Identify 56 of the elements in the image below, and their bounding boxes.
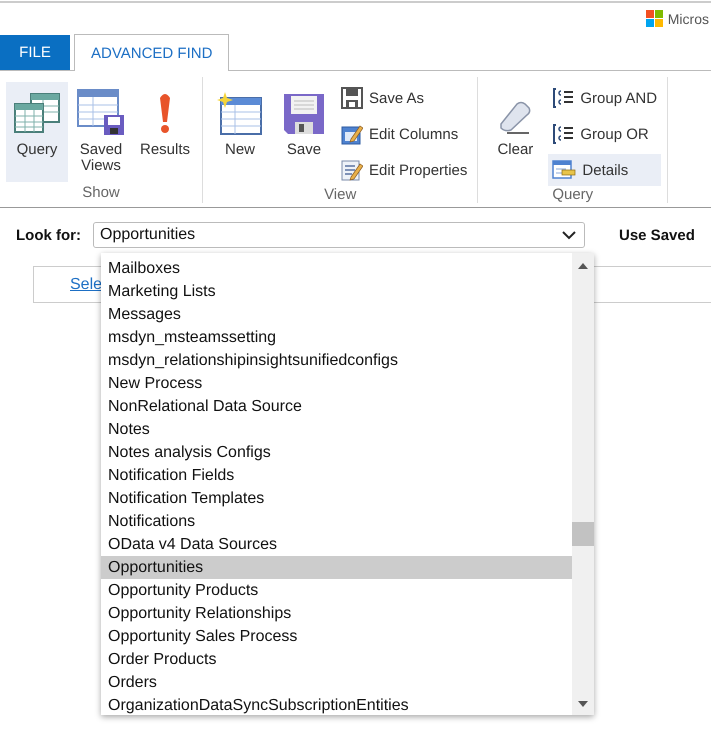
ribbon-button[interactable]: New (209, 82, 271, 182)
group-label: Query (551, 186, 594, 205)
scroll-down-icon[interactable] (578, 701, 588, 707)
select-link[interactable]: Sele (70, 276, 102, 294)
dropdown-option[interactable]: Notes (101, 418, 572, 441)
dropdown-option[interactable]: OrganizationDataSyncSubscriptionEntities (101, 694, 572, 717)
bracket-list-icon (552, 87, 574, 109)
ribbon-button[interactable]: Group OR (548, 118, 662, 150)
window-with-bar-icon (552, 159, 576, 181)
dropdown-option[interactable]: Notes analysis Configs (101, 441, 572, 464)
table-with-disk-icon (77, 88, 125, 136)
brand-logo-icon (646, 10, 664, 28)
ribbon-button[interactable]: Results (134, 82, 196, 182)
ribbon-button[interactable]: Save As (337, 82, 472, 114)
dropdown-option[interactable]: Opportunity Sales Process (101, 625, 572, 648)
file-tab[interactable]: FILE (0, 35, 70, 70)
ribbon-button[interactable]: Save (273, 82, 335, 182)
table-with-sparkle-icon (217, 92, 263, 136)
brand-name: Micros (668, 10, 709, 26)
dropdown-option[interactable]: Opportunity Products (101, 579, 572, 602)
query-icon (13, 92, 61, 136)
dropdown-option[interactable]: Messages (101, 303, 572, 326)
dropdown-option[interactable]: Notification Templates (101, 487, 572, 510)
bracket-list-icon (552, 123, 574, 145)
dropdown-option[interactable]: msdyn_msteamssetting (101, 326, 572, 349)
ribbon-tab[interactable]: ADVANCED FIND (74, 34, 230, 71)
chevron-down-icon (562, 230, 576, 240)
dropdown-option[interactable]: Orders (101, 671, 572, 694)
ribbon-button[interactable]: Saved Views (70, 82, 132, 182)
dropdown-option[interactable]: OData v4 Data Sources (101, 533, 572, 556)
group-label: View (323, 186, 358, 205)
ribbon-button[interactable]: Edit Properties (337, 154, 472, 186)
ribbon-button[interactable]: Query (6, 82, 68, 182)
dropdown-option[interactable]: Mailboxes (101, 257, 572, 280)
scroll-up-icon[interactable] (578, 263, 588, 269)
dropdown-option[interactable]: msdyn_relationshipinsightsunifiedconfigs (101, 349, 572, 372)
group-label: Show (81, 184, 121, 203)
edit-list-icon (341, 159, 363, 181)
dropdown-option[interactable]: New Process (101, 372, 572, 395)
dropdown-option[interactable]: Opportunity Relationships (101, 602, 572, 625)
dropdown-option[interactable]: NonRelational Data Source (101, 395, 572, 418)
ribbon-button[interactable]: Group AND (548, 82, 662, 114)
dropdown-option[interactable]: Marketing Lists (101, 280, 572, 303)
ribbon-button[interactable]: Details (548, 154, 662, 186)
dropdown-option[interactable]: Opportunities (101, 556, 572, 579)
entity-dropdown[interactable]: Opportunities (93, 222, 585, 248)
ribbon-button[interactable]: Edit Columns (337, 118, 472, 150)
dropdown-option[interactable]: Order Products (101, 648, 572, 671)
field-label: Look for: (16, 226, 81, 244)
scrollbar[interactable] (572, 253, 594, 715)
edit-window-icon (341, 123, 363, 145)
scroll-thumb[interactable] (572, 522, 594, 546)
dropdown-option[interactable]: Notification Fields (101, 464, 572, 487)
field-label: Use Saved (619, 226, 695, 244)
dropdown-option[interactable]: Notifications (101, 510, 572, 533)
ribbon-button[interactable]: Clear (484, 82, 546, 182)
